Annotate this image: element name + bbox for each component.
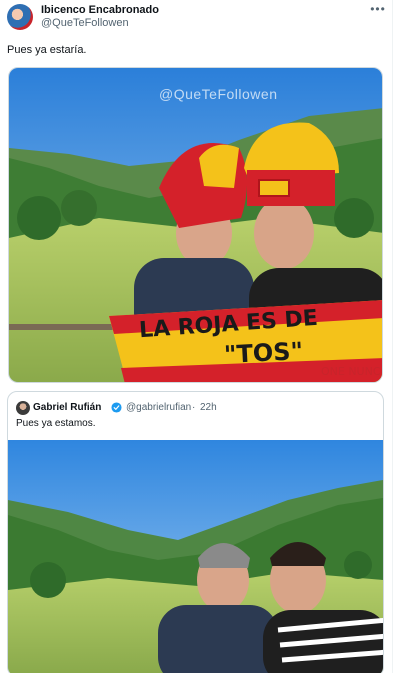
tweet-photo[interactable]: @QueTeFollowen LA ROJA ES DE "TOS" ONE N… <box>8 67 383 383</box>
banner-line2: "TOS" <box>223 336 304 370</box>
author-name[interactable]: Ibicenco Encabronado <box>41 4 159 17</box>
quote-photo-scene <box>8 440 383 673</box>
more-icon[interactable]: ••• <box>370 1 386 17</box>
quote-text: Pues ya estamos. <box>16 418 96 429</box>
tweet-text: Pues ya estaría. <box>7 44 87 56</box>
quote-author-handle[interactable]: @gabrielrufian <box>126 402 191 414</box>
quote-author-name[interactable]: Gabriel Rufián <box>33 402 101 414</box>
right-divider <box>392 0 393 673</box>
quote-separator: · <box>192 402 196 413</box>
quote-photo[interactable] <box>8 440 383 673</box>
author-handle[interactable]: @QueTeFollowen <box>41 17 129 30</box>
banner-extra: ONE NUNC <box>321 365 381 378</box>
quote-avatar[interactable] <box>16 401 30 415</box>
verified-badge-icon <box>111 402 122 413</box>
quoted-tweet[interactable]: Gabriel Rufián @gabrielrufian · 22h Pues… <box>7 391 384 673</box>
avatar[interactable] <box>7 4 33 30</box>
photo-watermark: @QueTeFollowen <box>159 86 278 102</box>
quote-timestamp[interactable]: 22h <box>200 402 217 414</box>
